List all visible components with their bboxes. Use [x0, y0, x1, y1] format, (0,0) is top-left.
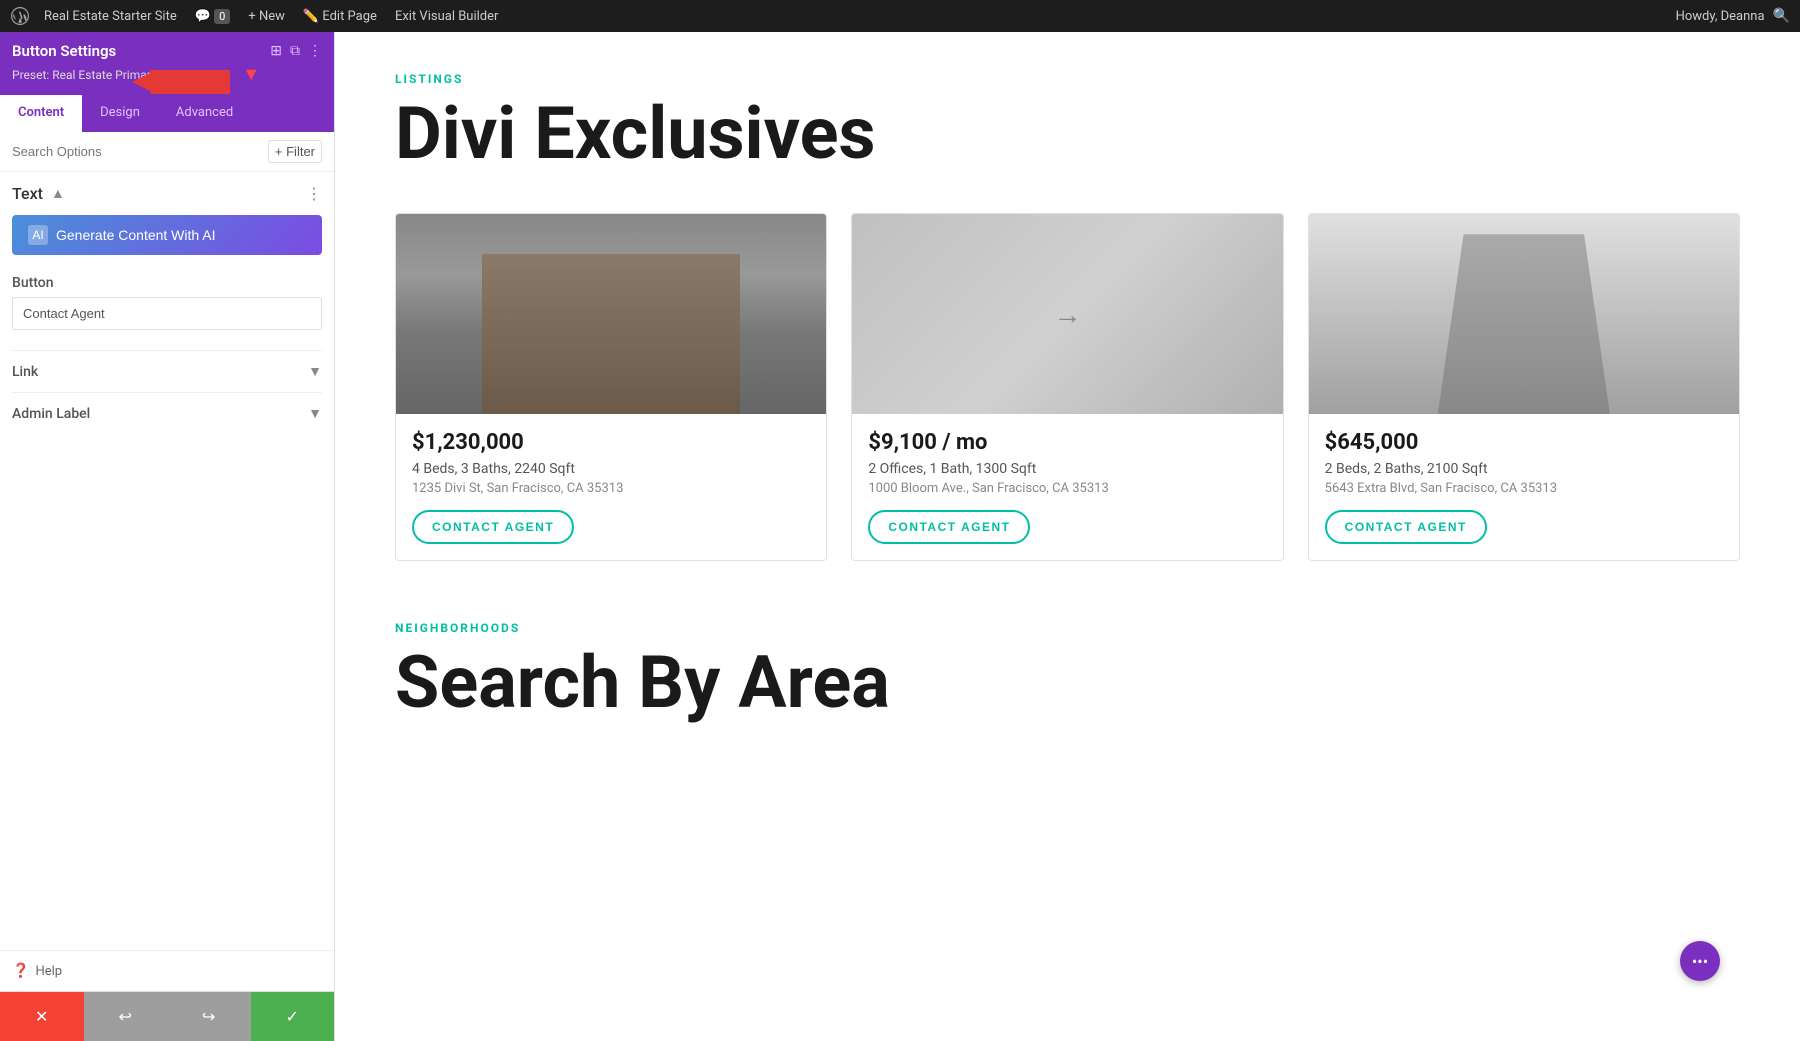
building-image-2: → — [852, 214, 1282, 414]
building-image-3 — [1309, 214, 1739, 414]
panel-tabs: Content Design Advanced — [0, 95, 334, 132]
panel-icon-more[interactable]: ⋮ — [308, 43, 322, 59]
bottom-toolbar: ✕ ↩ ↪ ✓ — [0, 991, 334, 1041]
text-section-header: Text ▲ ⋮ — [12, 184, 322, 203]
contact-agent-button-1[interactable]: CONTACT AGENT — [412, 510, 574, 544]
card-address-3: 5643 Extra Blvd, San Fracisco, CA 35313 — [1325, 481, 1723, 496]
filter-button[interactable]: + Filter — [268, 140, 322, 163]
card-details-2: 2 Offices, 1 Bath, 1300 Sqft — [868, 461, 1266, 477]
red-arrow-indicator — [150, 70, 230, 94]
card-details-1: 4 Beds, 3 Baths, 2240 Sqft — [412, 461, 810, 477]
admin-label-chevron-icon: ▼ — [308, 405, 322, 422]
tab-advanced[interactable]: Advanced — [158, 95, 251, 132]
admin-bar-search-icon[interactable]: 🔍 — [1773, 8, 1790, 24]
admin-bar-exit-builder[interactable]: Exit Visual Builder — [391, 9, 502, 24]
neighborhoods-heading: Search By Area — [395, 643, 1740, 722]
panel-icons: ⊞ ⧉ ⋮ — [270, 43, 322, 59]
admin-bar-left: Real Estate Starter Site 💬 0 + New ✏️ Ed… — [10, 6, 1664, 26]
help-icon: ❓ — [12, 963, 29, 979]
listings-tag: LISTINGS — [395, 72, 1740, 86]
panel-search: + Filter — [0, 132, 334, 172]
redo-button[interactable]: ↪ — [167, 992, 251, 1041]
card-price-2: $9,100 / mo — [868, 430, 1266, 455]
contact-agent-button-2[interactable]: CONTACT AGENT — [868, 510, 1030, 544]
card-image-1 — [396, 214, 826, 414]
tab-design[interactable]: Design — [82, 95, 158, 132]
ai-icon: AI — [28, 225, 48, 245]
help-section[interactable]: ❓ Help — [0, 950, 334, 991]
admin-bar: Real Estate Starter Site 💬 0 + New ✏️ Ed… — [0, 0, 1800, 32]
panel-header-top: Button Settings ⊞ ⧉ ⋮ — [12, 42, 322, 60]
building-image-1 — [396, 214, 826, 414]
card-address-1: 1235 Divi St, San Fracisco, CA 35313 — [412, 481, 810, 496]
main-layout: Button Settings ⊞ ⧉ ⋮ Preset: Real Estat… — [0, 32, 1800, 1041]
link-chevron-icon: ▼ — [308, 363, 322, 380]
cards-grid: $1,230,000 4 Beds, 3 Baths, 2240 Sqft 12… — [395, 213, 1740, 561]
neighborhoods-tag: NEIGHBORHOODS — [395, 621, 1740, 635]
admin-bar-howdy: Howdy, Deanna — [1676, 9, 1765, 24]
floating-menu-button[interactable]: ••• — [1680, 941, 1720, 981]
card-address-2: 1000 Bloom Ave., San Fracisco, CA 35313 — [868, 481, 1266, 496]
listing-card-3: $645,000 2 Beds, 2 Baths, 2100 Sqft 5643… — [1308, 213, 1740, 561]
panel-title: Button Settings — [12, 42, 116, 60]
card-image-3 — [1309, 214, 1739, 414]
listing-card-1: $1,230,000 4 Beds, 3 Baths, 2240 Sqft 12… — [395, 213, 827, 561]
admin-bar-new[interactable]: + New — [244, 9, 289, 24]
main-heading: Divi Exclusives — [395, 94, 1740, 173]
button-section: Button — [12, 275, 322, 350]
text-collapse-icon[interactable]: ▲ — [51, 185, 65, 202]
text-more-icon[interactable]: ⋮ — [306, 184, 322, 203]
ai-generate-button[interactable]: AI Generate Content With AI — [12, 215, 322, 255]
wordpress-logo[interactable] — [10, 6, 30, 26]
content-area: LISTINGS Divi Exclusives $1,230,000 4 Be… — [335, 32, 1800, 1041]
text-section-label: Text — [12, 184, 43, 203]
tab-content[interactable]: Content — [0, 95, 82, 132]
card-details-3: 2 Beds, 2 Baths, 2100 Sqft — [1325, 461, 1723, 477]
admin-bar-edit-page[interactable]: ✏️ Edit Page — [299, 9, 381, 24]
listing-card-2: → $9,100 / mo 2 Offices, 1 Bath, 1300 Sq… — [851, 213, 1283, 561]
admin-bar-right: Howdy, Deanna 🔍 — [1676, 8, 1790, 24]
admin-bar-comments[interactable]: 💬 0 — [191, 9, 235, 24]
undo-button[interactable]: ↩ — [84, 992, 168, 1041]
panel-icon-copy[interactable]: ⧉ — [290, 43, 300, 59]
left-panel: Button Settings ⊞ ⧉ ⋮ Preset: Real Estat… — [0, 32, 335, 1041]
contact-agent-button-3[interactable]: CONTACT AGENT — [1325, 510, 1487, 544]
card-image-2: → — [852, 214, 1282, 414]
panel-content: Text ▲ ⋮ AI Generate Content With AI But… — [0, 172, 334, 950]
search-options-input[interactable] — [12, 144, 260, 159]
cancel-button[interactable]: ✕ — [0, 992, 84, 1041]
card-body-2: $9,100 / mo 2 Offices, 1 Bath, 1300 Sqft… — [852, 414, 1282, 560]
card-body-1: $1,230,000 4 Beds, 3 Baths, 2240 Sqft 12… — [396, 414, 826, 560]
help-label: Help — [35, 964, 62, 979]
admin-label-section: Admin Label ▼ — [12, 392, 322, 434]
card-price-1: $1,230,000 — [412, 430, 810, 455]
save-button[interactable]: ✓ — [251, 992, 335, 1041]
admin-label-header[interactable]: Admin Label ▼ — [12, 405, 322, 422]
link-section-header[interactable]: Link ▼ — [12, 363, 322, 380]
admin-bar-site[interactable]: Real Estate Starter Site — [40, 9, 181, 24]
link-section-title: Link — [12, 364, 38, 380]
button-text-input[interactable] — [12, 297, 322, 330]
link-section: Link ▼ — [12, 350, 322, 392]
card-body-3: $645,000 2 Beds, 2 Baths, 2100 Sqft 5643… — [1309, 414, 1739, 560]
card-price-3: $645,000 — [1325, 430, 1723, 455]
button-field-label: Button — [12, 275, 322, 291]
admin-label-title: Admin Label — [12, 406, 90, 422]
preset-dropdown-arrow: ▼ — [242, 64, 260, 85]
panel-icon-settings[interactable]: ⊞ — [270, 43, 282, 59]
